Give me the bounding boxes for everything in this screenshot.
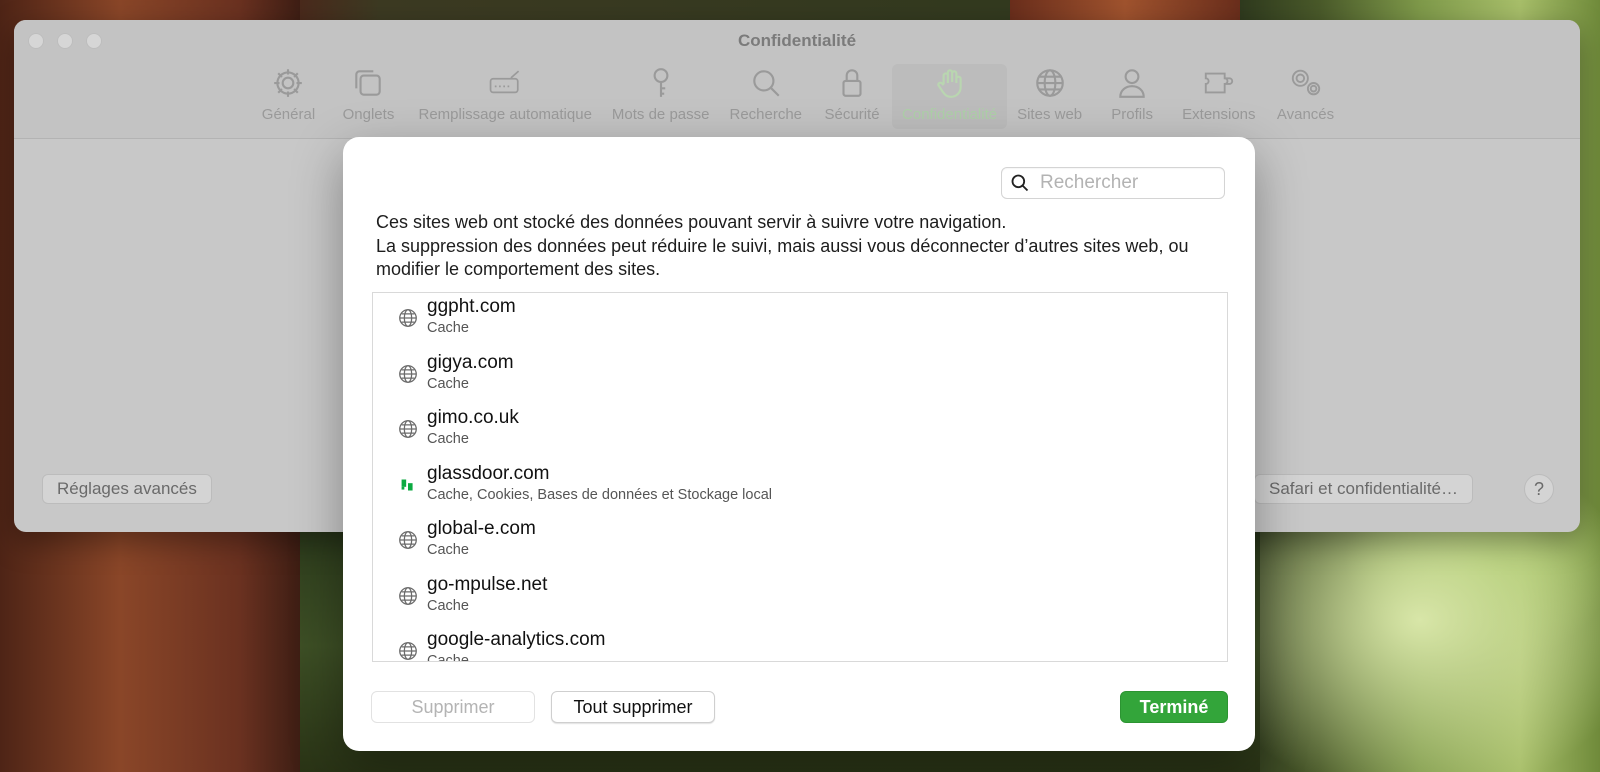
tab-websites[interactable]: Sites web <box>1007 64 1092 129</box>
site-data-kind: Cache <box>427 320 469 336</box>
site-domain: global-e.com <box>427 518 536 539</box>
site-data-kind: Cache, Cookies, Bases de données et Stoc… <box>427 486 772 503</box>
glassdoor-icon <box>397 474 419 496</box>
gears-icon <box>1291 69 1320 96</box>
list-item[interactable]: gigya.com Cache <box>373 349 1227 405</box>
tab-autofill[interactable]: Remplissage automatique <box>408 64 601 129</box>
list-item[interactable]: global-e.com Cache <box>373 515 1227 571</box>
site-data-kind: Cache <box>427 597 469 614</box>
site-data-kind: Cache <box>427 375 469 392</box>
tab-profiles-label: Profils <box>1111 106 1153 123</box>
site-domain: ggpht.com <box>427 296 516 317</box>
hand-icon <box>936 69 962 98</box>
sheet-description: Ces sites web ont stocké des données pou… <box>376 211 1226 282</box>
lock-icon <box>842 69 862 97</box>
list-item[interactable]: gimo.co.uk Cache <box>373 404 1227 460</box>
tab-profiles[interactable]: Profils <box>1092 64 1172 129</box>
autofill-icon <box>489 70 520 94</box>
site-data-kind: Cache <box>427 431 469 447</box>
advanced-settings-button[interactable]: Réglages avancés <box>42 474 212 504</box>
window-title: Confidentialité <box>737 31 857 50</box>
magnifier-icon <box>1011 174 1029 192</box>
tab-privacy-label: Confidentialité <box>902 106 998 123</box>
description-line-2: La suppression des données peut réduire … <box>376 235 1189 280</box>
tab-websites-label: Sites web <box>1017 106 1083 123</box>
list-item[interactable]: glassdoor.com Cache, Cookies, Bases de do… <box>373 460 1227 516</box>
website-list[interactable]: ggpht.com Cache gigya.com Cache gimo.co.uk… <box>372 292 1228 662</box>
globe-icon <box>397 307 419 329</box>
search-icon <box>753 70 780 97</box>
list-item[interactable]: google-analytics.com Cache <box>373 626 1227 662</box>
done-button[interactable]: Terminé <box>1120 691 1228 723</box>
delete-all-button[interactable]: Tout supprimer <box>551 691 715 723</box>
list-item[interactable]: ggpht.com Cache <box>373 293 1227 349</box>
tab-tabs[interactable]: Onglets <box>328 64 408 129</box>
safari-privacy-button[interactable]: Safari et confidentialité… <box>1254 474 1473 504</box>
person-icon <box>1119 69 1145 98</box>
description-line-1: Ces sites web ont stocké des données pou… <box>376 212 1007 232</box>
gear-icon <box>274 69 303 97</box>
list-item[interactable]: go-mpulse.net Cache <box>373 571 1227 627</box>
tab-tabs-label: Onglets <box>342 106 395 123</box>
tab-passwords[interactable]: Mots de passe <box>602 64 720 129</box>
tab-search[interactable]: Recherche <box>719 64 812 129</box>
tab-general-label: Général <box>261 106 316 123</box>
delete-button[interactable]: Supprimer <box>371 691 535 723</box>
search-field[interactable] <box>1001 167 1225 199</box>
tab-advanced[interactable]: Avancés <box>1266 64 1346 129</box>
site-domain: gimo.co.uk <box>427 407 519 428</box>
tab-advanced-label: Avancés <box>1276 106 1335 123</box>
tab-general[interactable]: Général <box>248 64 328 129</box>
website-data-sheet: Ces sites web ont stocké des données pou… <box>343 137 1255 751</box>
tab-security[interactable]: Sécurité <box>812 64 892 129</box>
preferences-toolbar: Général Onglets Remplissage automatique … <box>14 64 1580 129</box>
tab-privacy[interactable]: Confidentialité <box>892 64 1008 129</box>
tab-search-label: Recherche <box>729 106 803 123</box>
tab-passwords-label: Mots de passe <box>611 106 710 123</box>
site-domain: glassdoor.com <box>427 462 550 484</box>
site-domain: go-mpulse.net <box>427 573 548 595</box>
globe-icon <box>397 529 419 551</box>
tab-security-label: Sécurité <box>824 106 880 123</box>
tab-extensions-label: Extensions <box>1182 106 1256 123</box>
site-data-kind: Cache <box>427 653 469 662</box>
tab-extensions[interactable]: Extensions <box>1172 64 1265 129</box>
title-bar: Confidentialité Général Onglets Rempliss… <box>14 20 1580 139</box>
globe-icon <box>397 640 419 661</box>
puzzle-icon <box>1204 72 1233 94</box>
tab-autofill-label: Remplissage automatique <box>418 106 592 123</box>
site-data-kind: Cache <box>427 542 469 558</box>
site-domain: gigya.com <box>427 351 514 373</box>
tabs-icon <box>355 70 382 96</box>
globe-icon <box>1035 69 1064 97</box>
globe-icon <box>397 418 419 440</box>
globe-icon <box>397 363 419 385</box>
globe-icon <box>397 585 419 607</box>
search-input[interactable] <box>1038 171 1212 195</box>
help-button[interactable]: ? <box>1524 474 1554 504</box>
site-domain: google-analytics.com <box>427 629 606 650</box>
key-icon <box>653 68 669 97</box>
